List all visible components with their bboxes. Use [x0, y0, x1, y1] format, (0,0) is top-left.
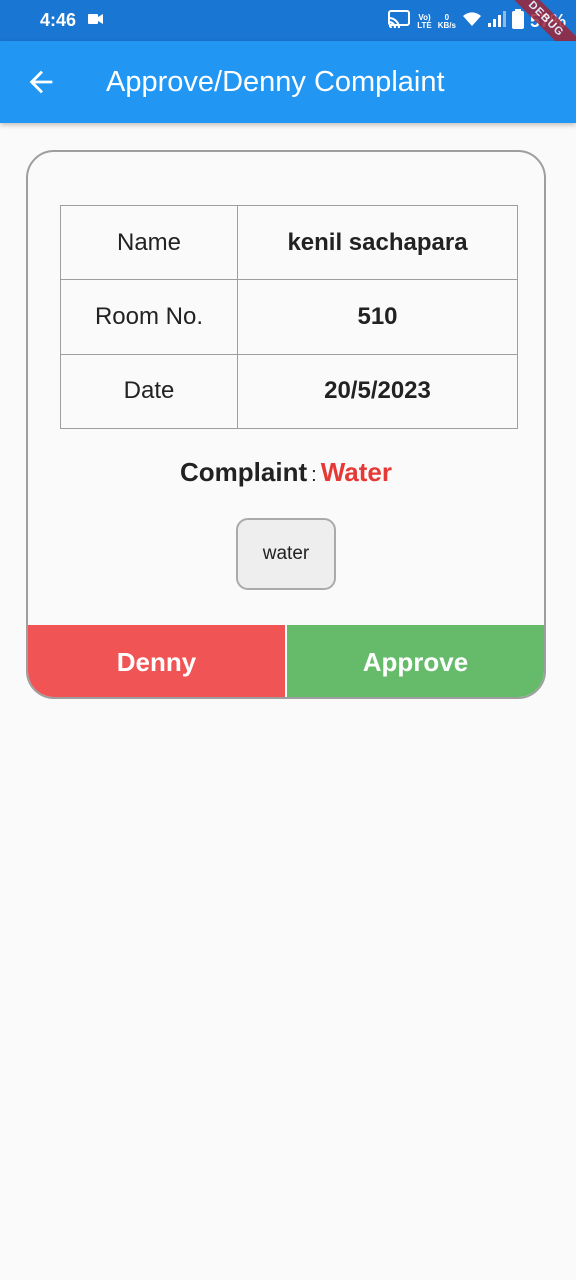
deny-button[interactable]: Denny — [28, 625, 287, 697]
room-value: 510 — [237, 279, 518, 355]
app-bar: Approve/Denny Complaint — [0, 41, 576, 123]
complaint-label: Complaint — [180, 457, 308, 487]
status-time: 4:46 — [40, 10, 77, 30]
complaint-heading: Complaint: Water — [28, 457, 544, 488]
back-button[interactable] — [24, 65, 58, 99]
signal-icon — [487, 11, 506, 32]
complaint-description: water — [262, 543, 310, 564]
approve-button-label: Approve — [362, 646, 469, 677]
complaint-separator: : — [311, 464, 317, 486]
room-label: Room No. — [60, 279, 238, 355]
complaint-card: Name kenil sachapara Room No. 510 Date 2… — [26, 150, 546, 699]
action-buttons: Denny Approve — [28, 625, 544, 697]
volte-indicator: Vo) LTE — [417, 12, 432, 30]
arrow-back-icon — [24, 70, 58, 103]
details-table: Name kenil sachapara Room No. 510 Date 2… — [60, 204, 518, 430]
date-label: Date — [60, 353, 238, 430]
battery-icon — [511, 9, 524, 34]
date-value: 20/5/2023 — [237, 353, 518, 430]
name-value: kenil sachapara — [237, 204, 518, 281]
name-label: Name — [60, 204, 238, 281]
status-bar: 4:46 Vo) LTE 0 KB/s 57% — [0, 0, 576, 41]
wifi-icon — [462, 11, 482, 32]
deny-button-label: Denny — [116, 646, 197, 677]
table-row: Date 20/5/2023 — [60, 353, 518, 430]
table-row: Name kenil sachapara — [60, 204, 518, 281]
network-speed-unit: KB/s — [437, 20, 456, 30]
approve-button[interactable]: Approve — [287, 625, 544, 697]
complaint-type: Water — [320, 457, 392, 487]
video-camera-icon — [88, 12, 104, 30]
network-speed: 0 KB/s — [437, 13, 456, 30]
table-row: Room No. 510 — [60, 279, 518, 355]
page-title: Approve/Denny Complaint — [106, 66, 445, 98]
complaint-description-box: water — [236, 518, 336, 590]
cast-icon — [387, 10, 411, 33]
